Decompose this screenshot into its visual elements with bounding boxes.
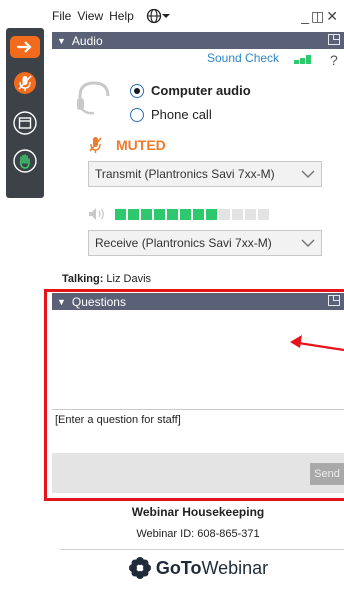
audio-panel-header[interactable]: ▼ Audio bbox=[52, 32, 344, 49]
level-segment-inactive bbox=[219, 209, 230, 220]
phone-call-label: Phone call bbox=[151, 107, 212, 122]
signal-strength-icon bbox=[294, 55, 311, 64]
highlight-frame bbox=[44, 289, 344, 501]
talking-label: Talking: bbox=[62, 273, 104, 285]
arrow-right-icon bbox=[17, 41, 32, 53]
muted-label: MUTED bbox=[116, 137, 166, 153]
restore-icon[interactable]: ◫ bbox=[311, 8, 326, 24]
computer-audio-label: Computer audio bbox=[151, 83, 251, 98]
language-menu[interactable] bbox=[146, 8, 170, 24]
raise-hand-icon bbox=[13, 149, 37, 173]
menu-file[interactable]: File bbox=[52, 9, 71, 23]
level-segment-active bbox=[167, 209, 178, 220]
microphone-muted-icon bbox=[14, 72, 36, 94]
muted-status: MUTED bbox=[88, 136, 166, 154]
control-panel-toolbar bbox=[6, 28, 44, 198]
chevron-down-icon bbox=[301, 239, 315, 248]
globe-icon bbox=[146, 8, 161, 24]
level-segment-active bbox=[154, 209, 165, 220]
level-segment-active bbox=[128, 209, 139, 220]
sound-check-link[interactable]: Sound Check bbox=[207, 51, 279, 65]
level-segment-active bbox=[193, 209, 204, 220]
talking-indicator: Talking: Liz Davis bbox=[62, 273, 151, 285]
window-controls: _◫✕ bbox=[301, 8, 340, 25]
raise-hand-button[interactable] bbox=[10, 146, 40, 176]
transmit-device-value: Transmit (Plantronics Savi 7xx-M) bbox=[95, 167, 275, 181]
receive-device-select[interactable]: Receive (Plantronics Savi 7xx-M) bbox=[88, 230, 322, 256]
collapse-triangle-icon: ▼ bbox=[57, 35, 66, 46]
speaker-level-meter bbox=[115, 209, 271, 220]
close-icon[interactable]: ✕ bbox=[326, 8, 340, 24]
transmit-device-select[interactable]: Transmit (Plantronics Savi 7xx-M) bbox=[88, 161, 322, 187]
level-segment-inactive bbox=[258, 209, 269, 220]
webinar-id: Webinar ID: 608-865-371 bbox=[136, 528, 260, 540]
radio-unselected[interactable] bbox=[130, 107, 144, 122]
level-segment-inactive bbox=[245, 209, 256, 220]
minimize-icon[interactable]: _ bbox=[301, 8, 311, 24]
footer-divider bbox=[60, 549, 344, 550]
menu-help[interactable]: Help bbox=[109, 9, 134, 23]
level-segment-inactive bbox=[232, 209, 243, 220]
headset-icon bbox=[74, 78, 114, 121]
window-icon bbox=[13, 111, 37, 135]
mute-toggle-button[interactable] bbox=[10, 68, 40, 98]
speaker-icon bbox=[88, 207, 106, 224]
webinar-title: Webinar Housekeeping bbox=[131, 505, 265, 519]
help-icon[interactable]: ? bbox=[330, 52, 338, 68]
chevron-down-icon bbox=[301, 170, 315, 179]
radio-selected[interactable] bbox=[130, 83, 144, 98]
receive-device-value: Receive (Plantronics Savi 7xx-M) bbox=[95, 236, 272, 250]
popout-icon[interactable] bbox=[328, 34, 340, 45]
computer-audio-option[interactable]: Computer audio bbox=[130, 83, 251, 98]
screen-share-button[interactable] bbox=[10, 108, 40, 138]
flower-logo-icon bbox=[128, 557, 151, 579]
chevron-down-icon bbox=[161, 14, 170, 18]
level-segment-active bbox=[206, 209, 217, 220]
level-segment-active bbox=[115, 209, 126, 220]
microphone-muted-icon bbox=[89, 137, 102, 153]
menu-view[interactable]: View bbox=[77, 9, 103, 23]
logo-webinar-text: Webinar bbox=[201, 557, 269, 578]
talking-name: Liz Davis bbox=[106, 273, 152, 285]
level-segment-active bbox=[180, 209, 191, 220]
logo-goto-text: GoTo bbox=[155, 557, 202, 578]
audio-panel-title: Audio bbox=[71, 33, 103, 48]
gotowebinar-logo: GoToWebinar bbox=[52, 556, 344, 580]
level-segment-active bbox=[141, 209, 152, 220]
phone-call-option[interactable]: Phone call bbox=[130, 107, 212, 122]
collapse-panel-button[interactable] bbox=[10, 36, 40, 58]
